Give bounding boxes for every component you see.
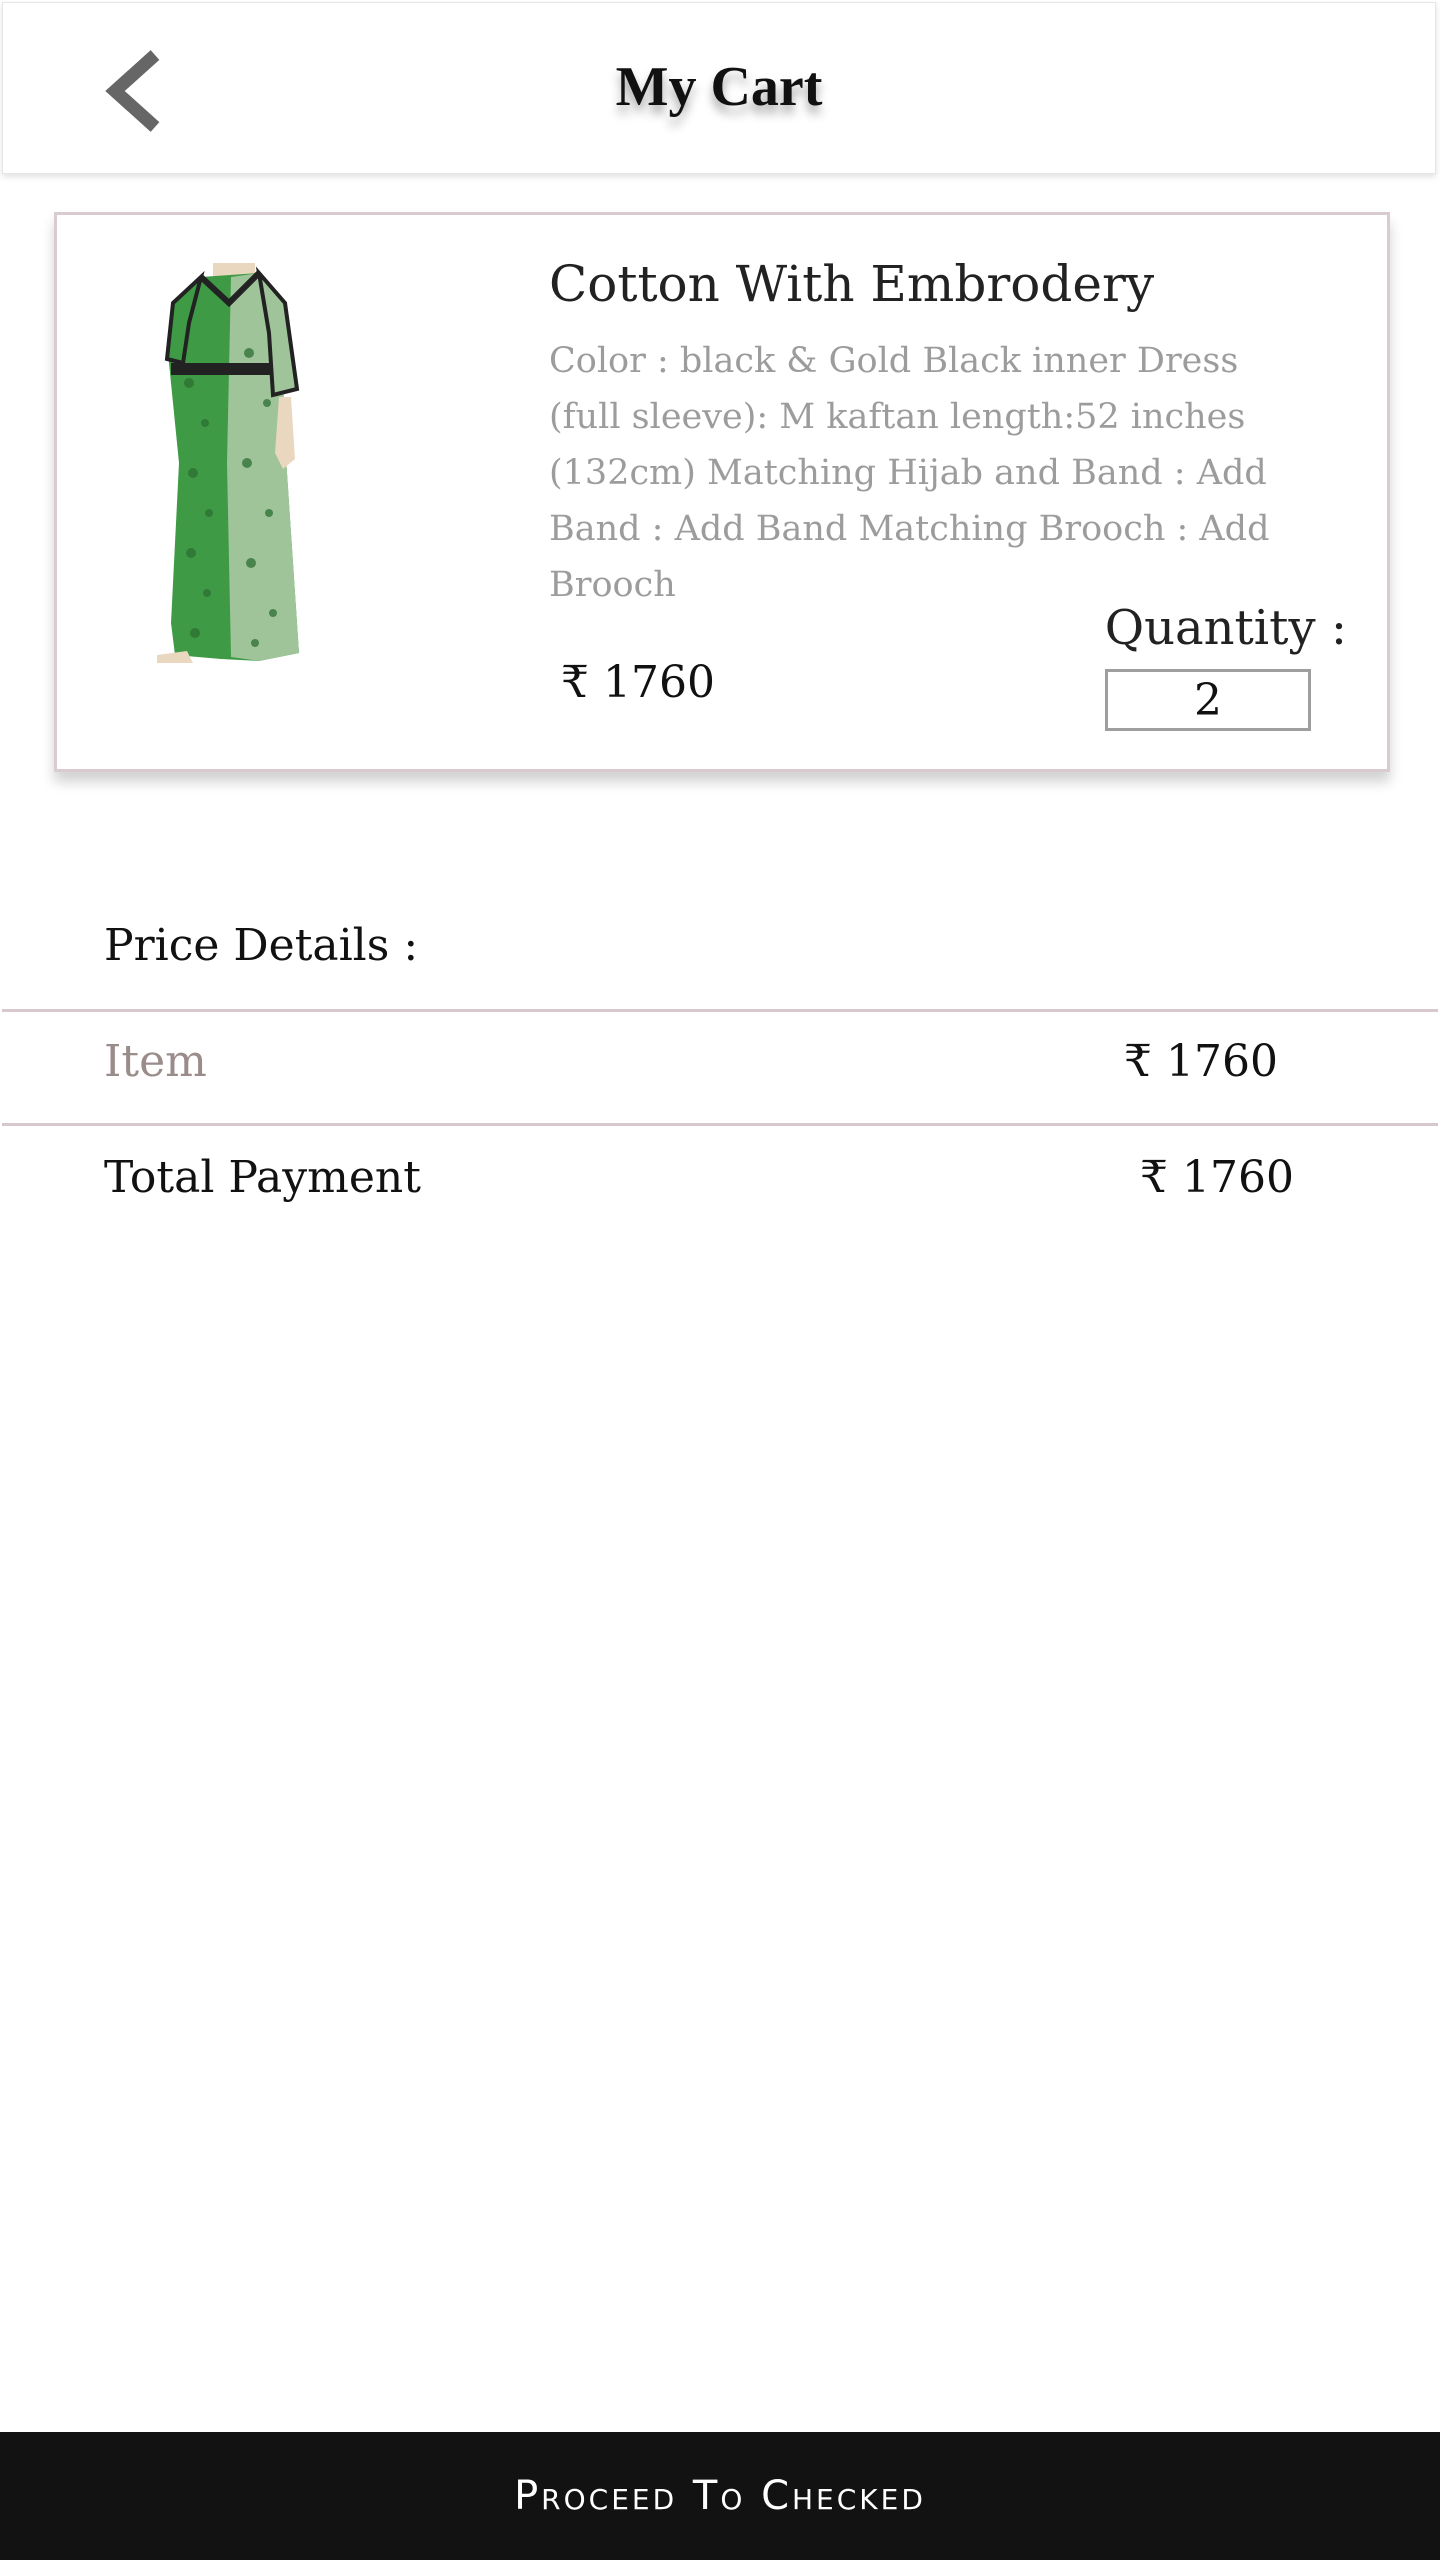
proceed-checkout-button[interactable]: Proceed To Checked bbox=[0, 2432, 1440, 2560]
item-label: Item bbox=[104, 1036, 207, 1087]
quantity-input[interactable] bbox=[1105, 669, 1311, 731]
product-price: ₹ 1760 bbox=[561, 657, 715, 708]
checkout-label: Proceed To Checked bbox=[514, 2473, 926, 2519]
quantity-label: Quantity : bbox=[1104, 600, 1347, 656]
total-payment-value: ₹ 1760 bbox=[1140, 1152, 1294, 1203]
cart-item-card: Cotton With Embrodery Color : black & Go… bbox=[54, 212, 1390, 772]
product-image[interactable] bbox=[109, 263, 319, 663]
item-value: ₹ 1760 bbox=[1124, 1036, 1278, 1087]
product-name[interactable]: Cotton With Embrodery bbox=[549, 255, 1369, 313]
divider bbox=[2, 1123, 1438, 1126]
price-details-heading: Price Details : bbox=[104, 920, 419, 971]
app-header: My Cart bbox=[2, 2, 1436, 174]
divider bbox=[2, 1009, 1438, 1012]
total-payment-label: Total Payment bbox=[104, 1152, 421, 1203]
page-title: My Cart bbox=[615, 56, 823, 118]
product-description: Color : black & Gold Black inner Dress (… bbox=[549, 341, 1270, 605]
